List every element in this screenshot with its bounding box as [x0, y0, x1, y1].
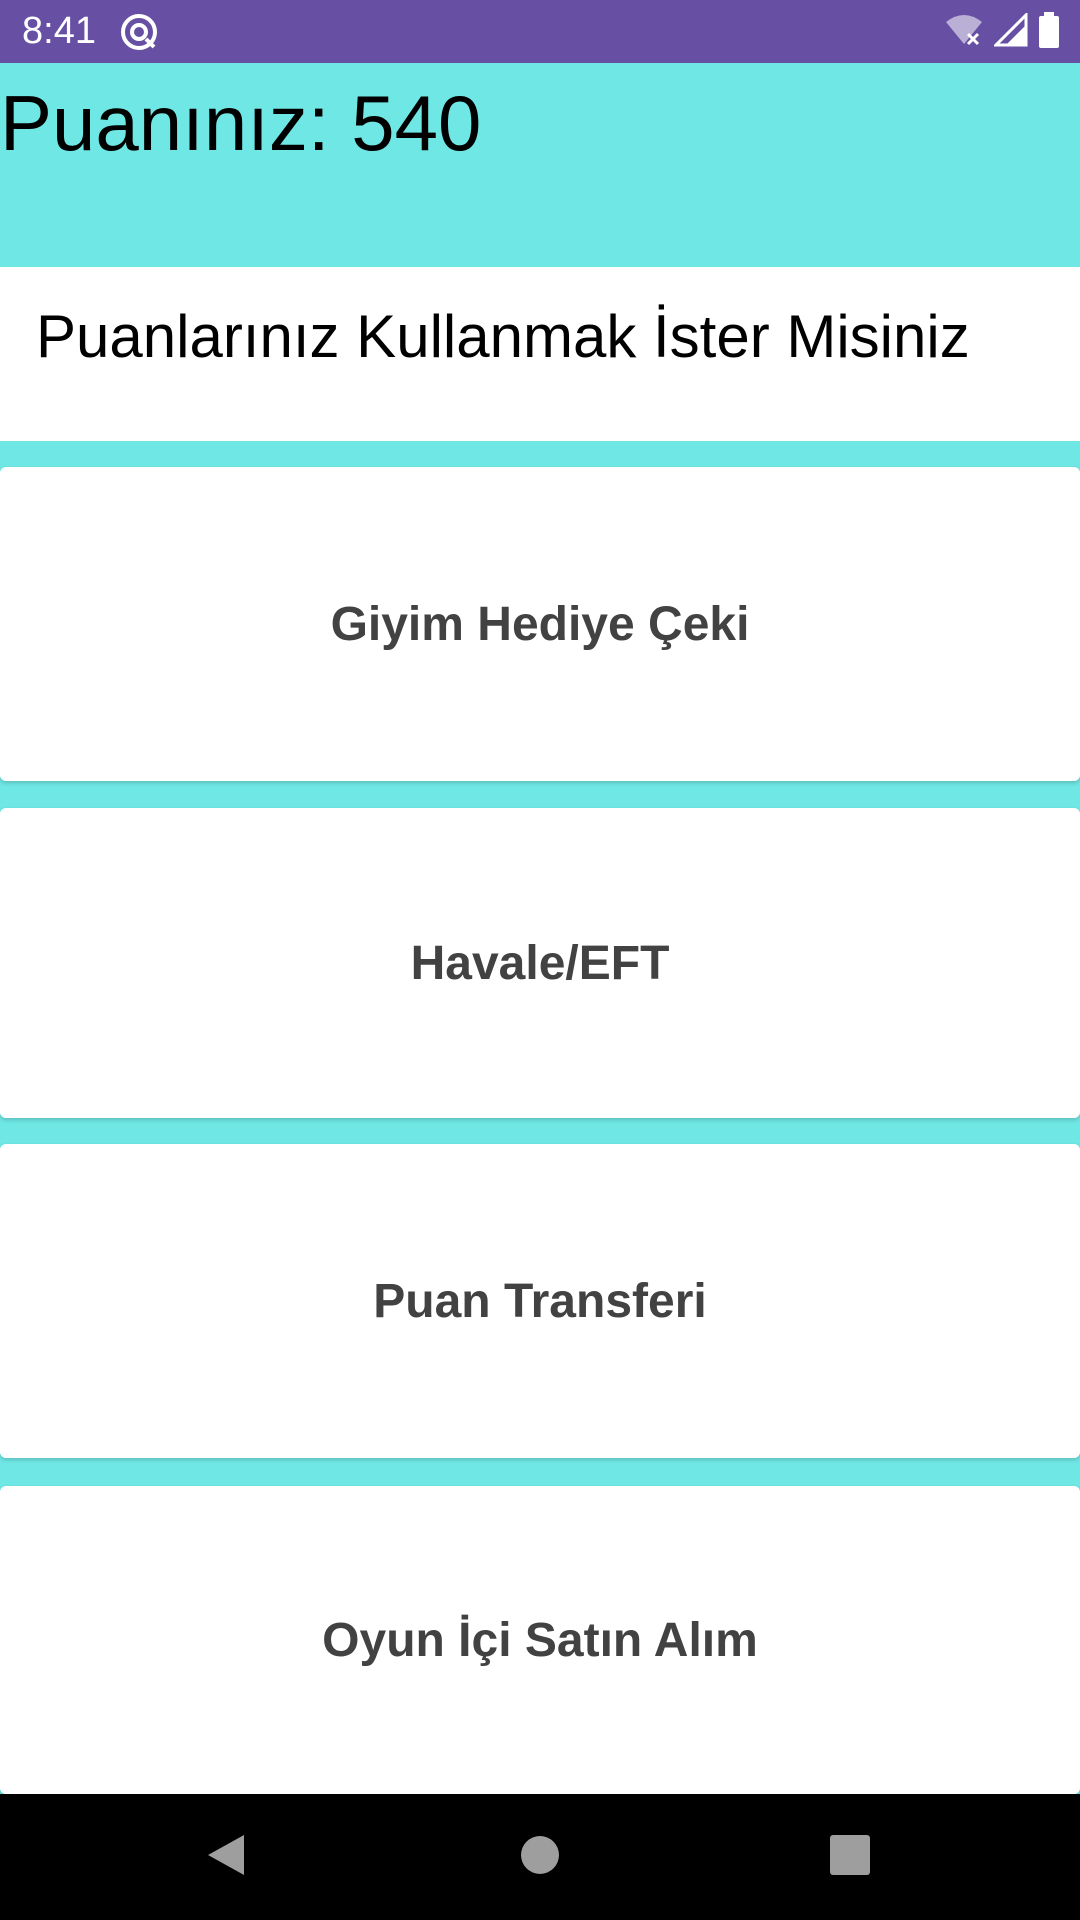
option-label: Giyim Hediye Çeki — [330, 597, 750, 651]
home-button[interactable] — [460, 1794, 620, 1920]
question-card: Puanlarınız Kullanmak İster Misiniz — [0, 267, 1080, 441]
option-label: Havale/EFT — [410, 936, 670, 990]
status-time: 8:41 — [22, 10, 96, 52]
navigation-bar — [0, 1794, 1080, 1920]
back-button[interactable] — [146, 1794, 306, 1920]
option-in-game-purchase-button[interactable]: Oyun İçi Satın Alım — [0, 1486, 1080, 1794]
score-label: Puanınız: 540 — [0, 79, 482, 167]
option-label: Puan Transferi — [373, 1274, 707, 1328]
option-clothing-gift-card-button[interactable]: Giyim Hediye Çeki — [0, 467, 1080, 781]
battery-icon — [1038, 11, 1060, 53]
option-bank-transfer-button[interactable]: Havale/EFT — [0, 808, 1080, 1118]
status-icons — [944, 10, 1060, 53]
option-label: Oyun İçi Satın Alım — [322, 1613, 758, 1667]
question-text: Puanlarınız Kullanmak İster Misiniz — [36, 303, 970, 370]
recent-square-icon — [830, 1834, 870, 1880]
status-bar: 8:41 — [0, 0, 1080, 63]
score-header: Puanınız: 540 — [0, 63, 1080, 267]
home-circle-icon — [520, 1835, 560, 1880]
option-point-transfer-button[interactable]: Puan Transferi — [0, 1144, 1080, 1458]
signal-icon — [992, 10, 1028, 52]
at-sign-icon — [119, 12, 159, 52]
back-triangle-icon — [204, 1831, 248, 1884]
wifi-off-icon — [944, 12, 984, 53]
recent-apps-button[interactable] — [770, 1794, 930, 1920]
